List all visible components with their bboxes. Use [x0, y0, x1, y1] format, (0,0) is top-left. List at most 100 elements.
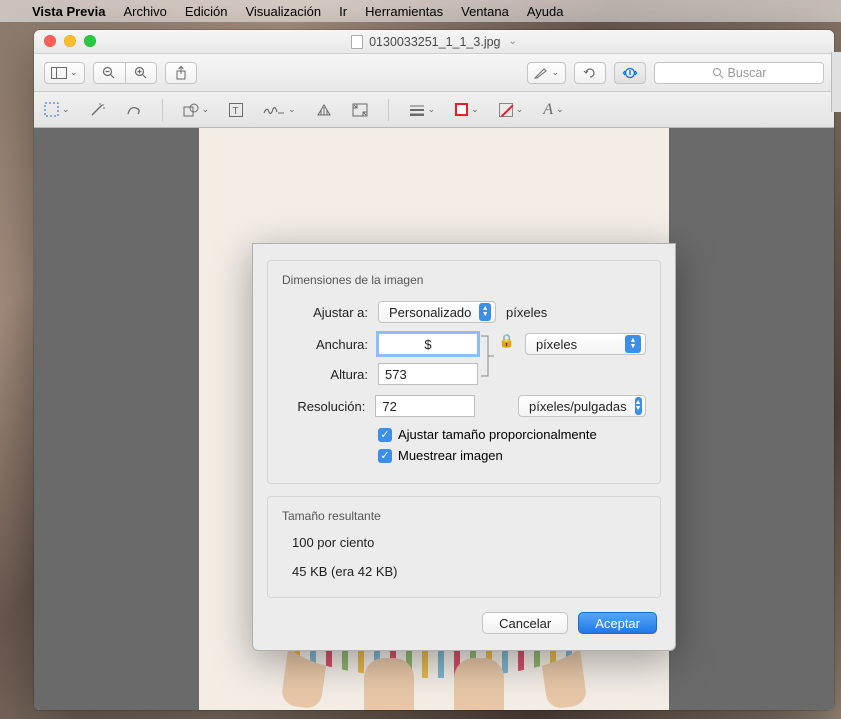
lock-icon[interactable]: 🔒	[499, 333, 515, 349]
select-stepper-icon: ▲▼	[625, 335, 641, 353]
menubar: Vista Previa Archivo Edición Visualizaci…	[0, 0, 841, 22]
dimensions-panel: Dimensiones de la imagen Ajustar a: Pers…	[267, 260, 661, 484]
markup-toggle-button[interactable]	[614, 62, 646, 84]
zoom-in-button[interactable]	[125, 62, 157, 84]
search-field[interactable]: Buscar	[654, 62, 824, 84]
instant-alpha-button[interactable]	[90, 103, 106, 117]
fit-unit: píxeles	[506, 305, 547, 320]
svg-text:T: T	[233, 106, 239, 117]
signature-icon	[263, 104, 285, 116]
menu-visualizacion[interactable]: Visualización	[245, 4, 321, 19]
menu-ventana[interactable]: Ventana	[461, 4, 509, 19]
rotate-button[interactable]	[574, 62, 606, 84]
maximize-button[interactable]	[84, 35, 96, 47]
width-input[interactable]	[378, 333, 478, 355]
line-style-button[interactable]: ⌄	[409, 104, 436, 116]
border-color-button[interactable]: ⌄	[455, 103, 479, 116]
traffic-lights	[44, 35, 96, 47]
width-label: Anchura:	[282, 337, 368, 352]
font-icon: A	[543, 101, 553, 119]
cancel-button[interactable]: Cancelar	[482, 612, 568, 634]
zoom-out-icon	[102, 66, 116, 80]
height-label: Altura:	[282, 367, 368, 382]
wh-unit-value: píxeles	[536, 337, 577, 352]
lasso-icon	[126, 104, 142, 116]
main-toolbar: ⌄ ⌄ Buscar	[34, 54, 834, 92]
checkbox-checked-icon: ✓	[378, 428, 392, 442]
menu-herramientas[interactable]: Herramientas	[365, 4, 443, 19]
fit-label: Ajustar a:	[282, 305, 368, 320]
zoom-out-button[interactable]	[93, 62, 125, 84]
levels-icon	[316, 103, 332, 117]
fit-value: Personalizado	[389, 305, 471, 320]
res-unit-select[interactable]: píxeles/pulgadas ▲▼	[518, 395, 646, 417]
res-unit-value: píxeles/pulgadas	[529, 399, 627, 414]
photo-leg	[364, 658, 414, 710]
size-line: 45 KB (era 42 KB)	[292, 564, 646, 579]
highlight-icon	[534, 67, 548, 79]
rotate-icon	[583, 66, 597, 80]
separator	[162, 99, 163, 121]
scale-label: Ajustar tamaño proporcionalmente	[398, 427, 597, 442]
wh-unit-select[interactable]: píxeles ▲▼	[525, 333, 646, 355]
percent-line: 100 por ciento	[292, 535, 646, 550]
sketch-button[interactable]	[126, 104, 142, 116]
markup-toolbar: ⌄ ⌄ T ⌄ ⌄ ⌄	[34, 92, 834, 128]
resolution-label: Resolución:	[282, 399, 365, 414]
link-bracket	[478, 333, 497, 379]
checkbox-checked-icon: ✓	[378, 449, 392, 463]
result-panel: Tamaño resultante 100 por ciento 45 KB (…	[267, 496, 661, 598]
minimize-button[interactable]	[64, 35, 76, 47]
markup-icon	[622, 67, 638, 79]
title-text: 0130033251_1_1_3.jpg	[369, 35, 500, 49]
menu-ir[interactable]: Ir	[339, 4, 347, 19]
resample-label: Muestrear imagen	[398, 448, 503, 463]
resize-dialog: Dimensiones de la imagen Ajustar a: Pers…	[252, 243, 676, 651]
scale-proportional-checkbox[interactable]: ✓ Ajustar tamaño proporcionalmente	[378, 427, 646, 442]
document-icon	[351, 35, 363, 49]
selection-tool-button[interactable]: ⌄	[44, 102, 70, 117]
menu-archivo[interactable]: Archivo	[123, 4, 166, 19]
height-input[interactable]	[378, 363, 478, 385]
wand-icon	[90, 103, 106, 117]
text-tool-button[interactable]: T	[229, 103, 243, 117]
sidebar-toggle-button[interactable]: ⌄	[44, 62, 85, 84]
close-button[interactable]	[44, 35, 56, 47]
background-window-edge	[831, 52, 841, 112]
font-style-button[interactable]: A ⌄	[543, 101, 563, 119]
chevron-down-icon: ⌄	[509, 36, 517, 47]
select-stepper-icon: ▲▼	[479, 303, 491, 321]
result-title: Tamaño resultante	[282, 509, 646, 523]
image-canvas: Dimensiones de la imagen Ajustar a: Pers…	[34, 128, 834, 710]
shapes-icon	[183, 103, 199, 117]
menu-edicion[interactable]: Edición	[185, 4, 228, 19]
window-title[interactable]: 0130033251_1_1_3.jpg ⌄	[351, 35, 517, 49]
sidebar-icon	[51, 67, 67, 79]
adjust-color-button[interactable]	[316, 103, 332, 117]
photo-leg	[454, 658, 504, 710]
accept-button[interactable]: Aceptar	[578, 612, 657, 634]
sign-button[interactable]: ⌄	[263, 104, 296, 116]
dimensions-title: Dimensiones de la imagen	[282, 273, 646, 287]
preview-window: 0130033251_1_1_3.jpg ⌄ ⌄ ⌄	[34, 30, 834, 710]
resolution-input[interactable]	[375, 395, 475, 417]
dialog-buttons: Cancelar Aceptar	[253, 598, 675, 634]
resize-icon	[352, 103, 368, 117]
menu-ayuda[interactable]: Ayuda	[527, 4, 564, 19]
shapes-button[interactable]: ⌄	[183, 103, 210, 117]
share-button[interactable]	[165, 62, 197, 84]
share-icon	[175, 66, 187, 80]
search-icon	[712, 67, 724, 79]
adjust-size-button[interactable]	[352, 103, 368, 117]
separator	[388, 99, 389, 121]
fit-select[interactable]: Personalizado ▲▼	[378, 301, 496, 323]
no-fill-swatch	[499, 103, 513, 117]
selection-icon	[44, 102, 59, 117]
fill-color-button[interactable]: ⌄	[499, 103, 524, 117]
highlight-button[interactable]: ⌄	[527, 62, 566, 84]
resample-checkbox[interactable]: ✓ Muestrear imagen	[378, 448, 646, 463]
search-placeholder: Buscar	[728, 66, 767, 80]
text-icon: T	[229, 103, 243, 117]
app-menu[interactable]: Vista Previa	[32, 4, 105, 19]
select-stepper-icon: ▲▼	[635, 397, 642, 415]
